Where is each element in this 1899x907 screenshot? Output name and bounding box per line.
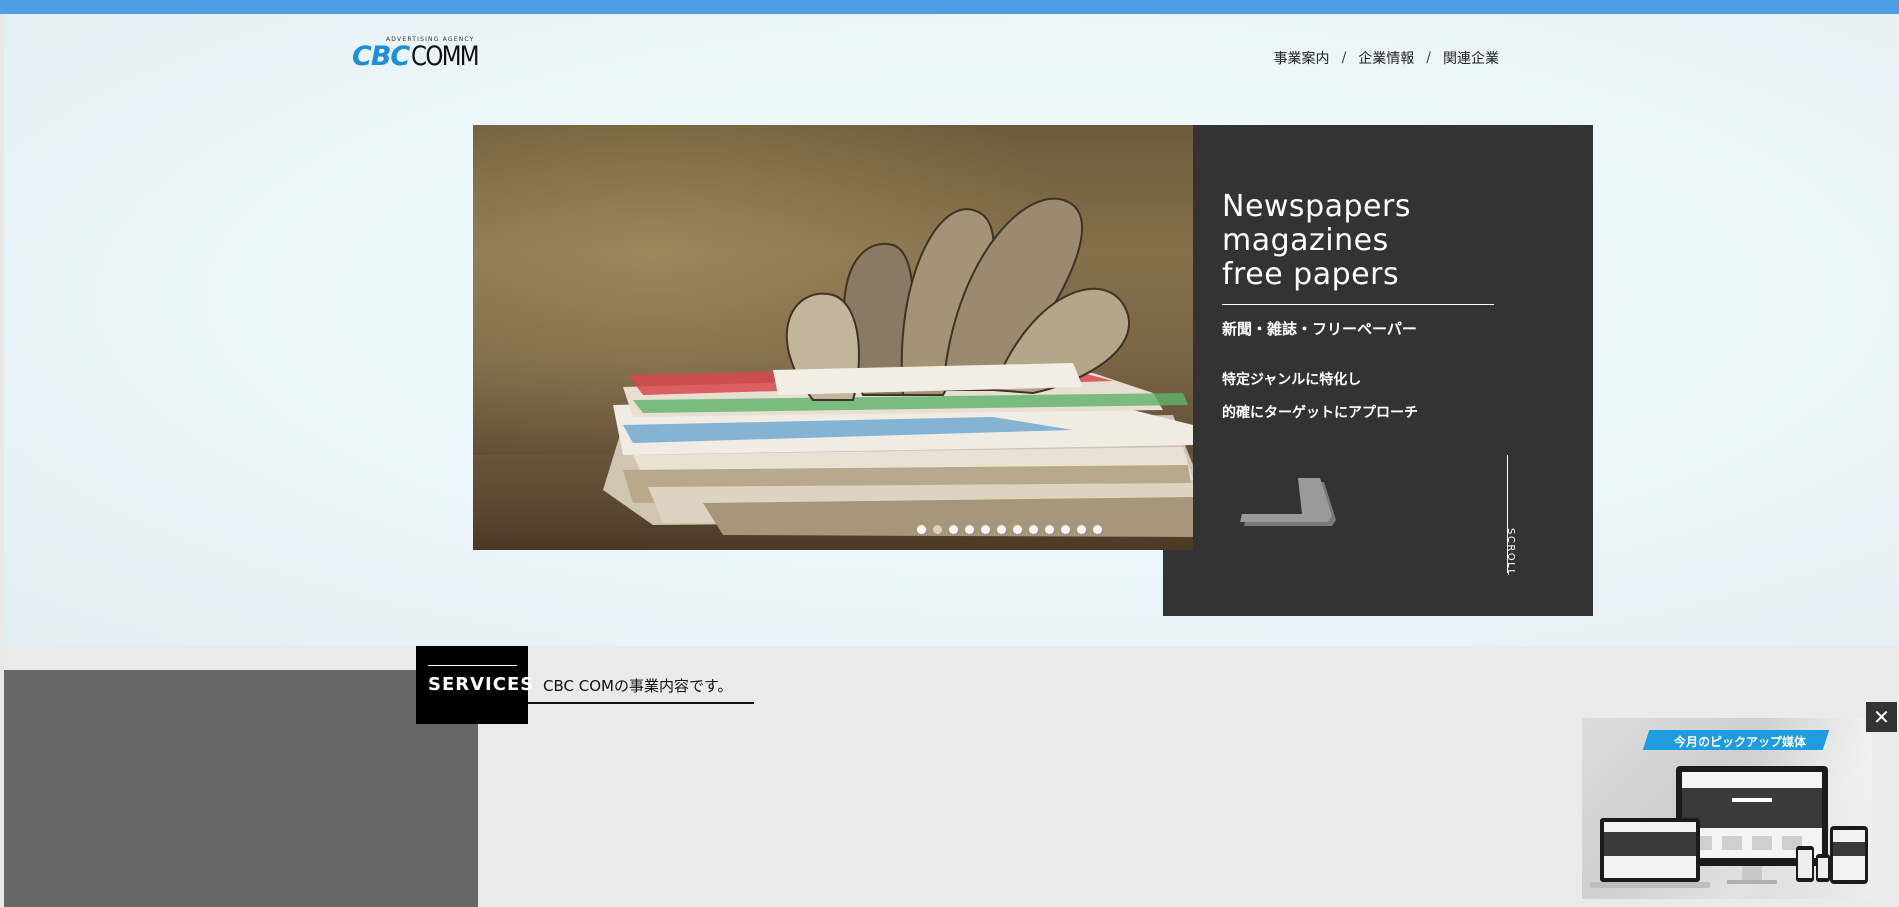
hero-title: Newspapers magazines free papers — [1222, 190, 1522, 292]
slide-pagination — [917, 525, 1102, 534]
magazine-stack-illustration — [603, 197, 1193, 537]
slide-dot[interactable] — [1061, 525, 1070, 534]
slide-dot[interactable] — [997, 525, 1006, 534]
nav-item-business[interactable]: 事業案内 — [1274, 48, 1330, 68]
hero-title-divider — [1222, 304, 1494, 305]
scroll-label[interactable]: SCROLL — [1505, 528, 1516, 576]
top-accent-bar — [0, 0, 1899, 14]
nav-separator: / — [1341, 50, 1347, 66]
main-nav: 事業案内 / 企業情報 / 関連企業 — [1274, 48, 1499, 68]
slide-dot[interactable] — [949, 525, 958, 534]
slide-dot[interactable] — [1013, 525, 1022, 534]
hero-subtitle: 新聞・雑誌・フリーペーパー — [1222, 320, 1417, 338]
services-caption: CBC COMの事業内容です。 — [543, 677, 733, 695]
logo-wordmark: CBC COMM — [352, 41, 490, 72]
slide-dot[interactable] — [933, 525, 942, 534]
nav-item-affiliates[interactable]: 関連企業 — [1443, 48, 1499, 68]
hero-title-line: magazines — [1222, 223, 1389, 258]
slide-dot[interactable] — [981, 525, 990, 534]
slide-dot[interactable] — [965, 525, 974, 534]
hero-description-line: 的確にターゲットにアプローチ — [1222, 405, 1418, 421]
slide-dot[interactable] — [1045, 525, 1054, 534]
popup-banner-text: 今月のピックアップ媒体 — [1674, 735, 1807, 749]
slide-dot[interactable] — [1029, 525, 1038, 534]
slide-dot[interactable] — [1093, 525, 1102, 534]
hero-description-line: 特定ジャンルに特化し — [1222, 372, 1362, 388]
close-icon[interactable]: ✕ — [1866, 702, 1897, 732]
hero-title-line: free papers — [1222, 257, 1400, 292]
slide-dot[interactable] — [1077, 525, 1086, 534]
services-heading: SERVICES — [428, 674, 535, 695]
services-side-block — [4, 670, 478, 907]
logo-cbc: CBC — [352, 41, 410, 72]
hero-slide-image — [473, 125, 1193, 550]
services-badge-rule — [428, 665, 517, 666]
nav-separator: / — [1426, 50, 1431, 66]
hero-title-line: Newspapers — [1222, 189, 1411, 224]
next-arrow-icon[interactable] — [1240, 478, 1338, 530]
hero-description: 特定ジャンルに特化し 的確にターゲットにアプローチ — [1222, 364, 1418, 430]
slide-dot[interactable] — [917, 525, 926, 534]
nav-item-company[interactable]: 企業情報 — [1358, 48, 1414, 68]
logo-comm: COMM — [411, 41, 480, 72]
services-underline — [528, 702, 754, 704]
logo[interactable]: ADVERTISING AGENCY CBC COMM — [352, 36, 508, 72]
